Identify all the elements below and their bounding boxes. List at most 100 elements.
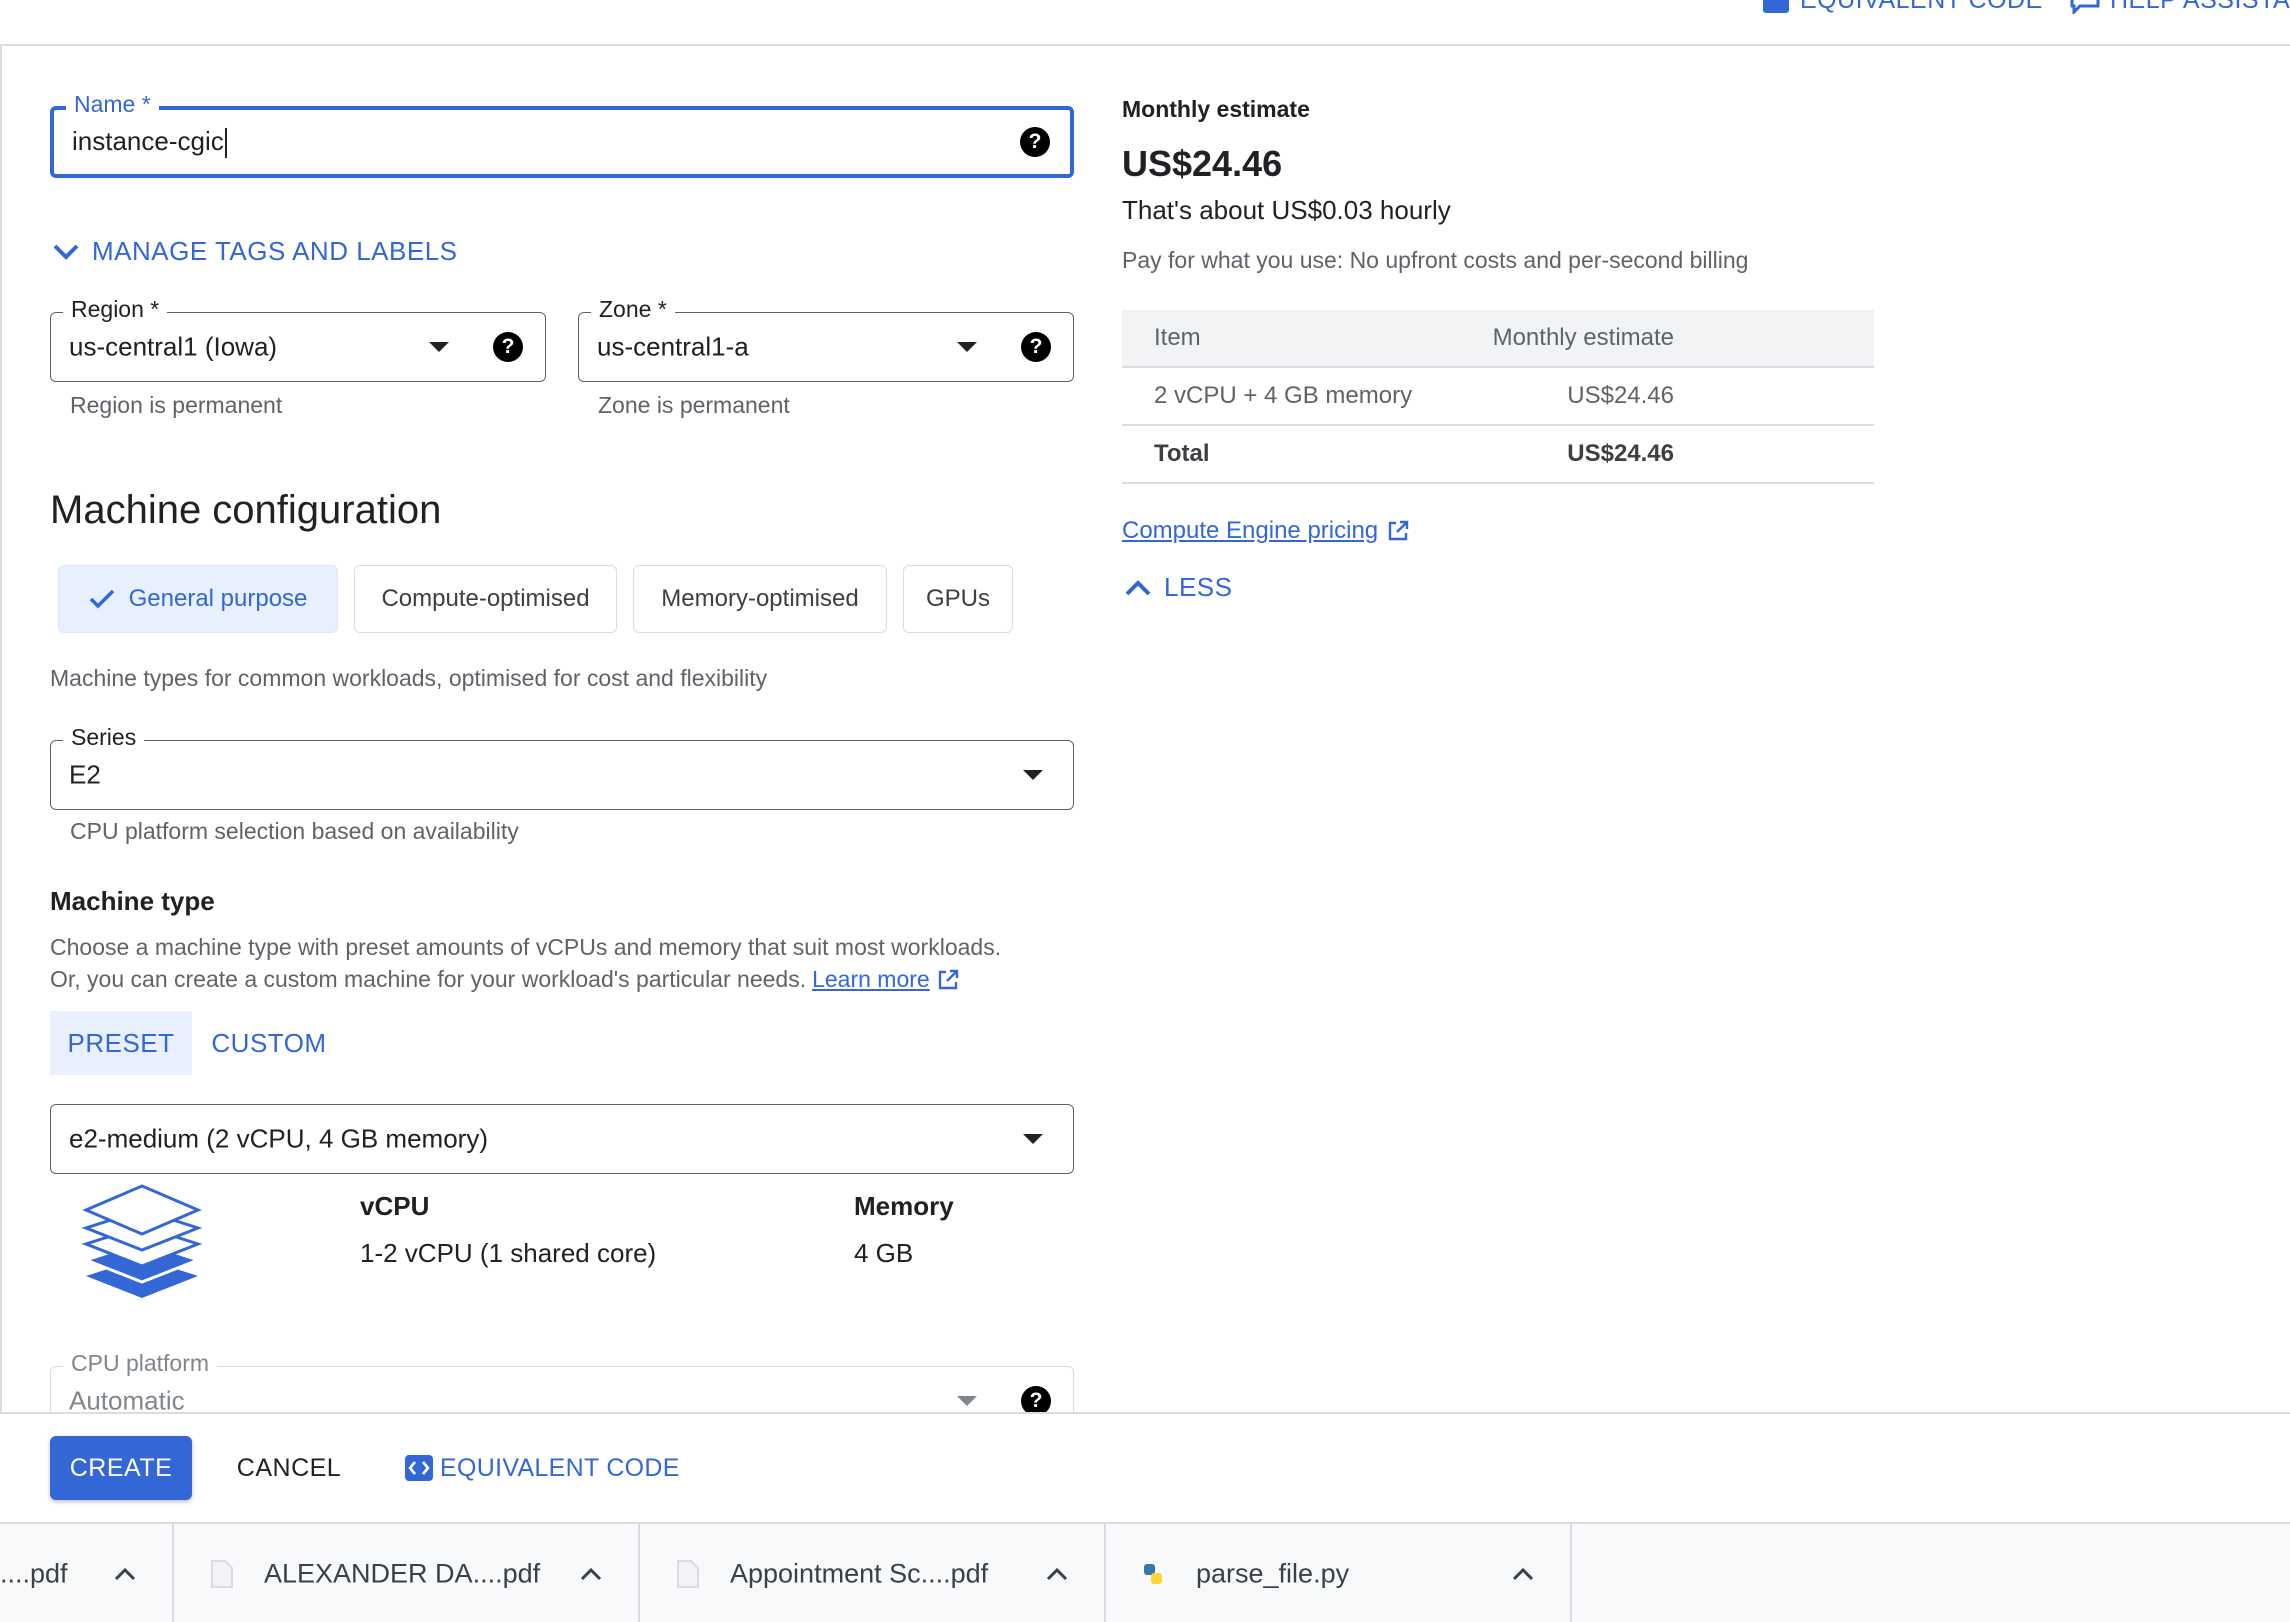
- chevron-up-icon[interactable]: [578, 1565, 604, 1583]
- dropdown-arrow-icon: [1023, 1134, 1043, 1144]
- vcpu-heading: vCPU: [360, 1191, 430, 1221]
- help-icon[interactable]: ?: [1021, 332, 1051, 362]
- total-label: Total: [1154, 440, 1210, 467]
- machine-layers-icon: [81, 1184, 203, 1298]
- machine-type-title: Machine type: [50, 886, 215, 916]
- dropdown-arrow-icon: [429, 342, 449, 352]
- help-icon[interactable]: ?: [493, 332, 523, 362]
- billing-note: Pay for what you use: No upfront costs a…: [1122, 247, 1749, 273]
- chip-label: Compute-optimised: [381, 585, 590, 612]
- table-row: 2 vCPU + 4 GB memory US$24.46: [1122, 368, 1874, 426]
- dropdown-arrow-icon: [1023, 770, 1043, 780]
- row-item: 2 vCPU + 4 GB memory: [1154, 382, 1413, 409]
- machine-type-description-line1: Choose a machine type with preset amount…: [50, 934, 1002, 960]
- cpu-platform-select[interactable]: CPU platform Automatic ?: [50, 1350, 1074, 1413]
- text-cursor: [224, 128, 227, 159]
- table-total-row: Total US$24.46: [1122, 426, 1874, 484]
- equivalent-code-label: EQUIVALENT CODE: [440, 1453, 680, 1482]
- external-link-icon: [1388, 520, 1409, 541]
- dropdown-arrow-icon: [957, 1396, 977, 1406]
- machine-type-description-line2: Or, you can create a custom machine for …: [50, 966, 807, 992]
- estimate-table: Item Monthly estimate 2 vCPU + 4 GB memo…: [1122, 310, 1874, 484]
- monthly-estimate-price: US$24.46: [1122, 143, 1283, 184]
- dropdown-arrow-icon: [957, 342, 977, 352]
- help-assistant-label: HELP ASSISTANT: [2110, 0, 2290, 14]
- pricing-link-label: Compute Engine pricing: [1122, 517, 1379, 544]
- memory-heading: Memory: [854, 1191, 954, 1221]
- table-header-estimate: Monthly estimate: [1492, 324, 1674, 351]
- chip-compute-optimised[interactable]: Compute-optimised: [354, 565, 617, 633]
- zone-value: us-central1-a: [597, 331, 749, 362]
- chip-label: Memory-optimised: [661, 585, 859, 612]
- chip-label: GPUs: [925, 585, 990, 612]
- table-header-item: Item: [1154, 324, 1201, 351]
- less-label: LESS: [1164, 572, 1233, 602]
- download-filename: Appointment Sc....pdf: [730, 1558, 989, 1589]
- manage-tags-toggle[interactable]: MANAGE TAGS AND LABELS: [52, 236, 458, 267]
- download-item[interactable]: parse_file.py: [1106, 1524, 1572, 1622]
- zone-select[interactable]: Zone * us-central1-a ?: [578, 296, 1074, 382]
- hourly-estimate: That's about US$0.03 hourly: [1122, 195, 1451, 225]
- name-field-label: Name *: [66, 91, 159, 118]
- download-item[interactable]: ....pdf: [0, 1524, 174, 1622]
- chip-gpus[interactable]: GPUs: [903, 565, 1013, 633]
- chip-memory-optimised[interactable]: Memory-optimised: [633, 565, 887, 633]
- region-hint: Region is permanent: [70, 392, 283, 418]
- equivalent-code-button[interactable]: EQUIVALENT CODE: [404, 1436, 680, 1500]
- code-icon: [405, 1455, 433, 1481]
- help-icon[interactable]: ?: [1021, 1386, 1051, 1412]
- machine-configuration-title: Machine configuration: [50, 488, 442, 532]
- machine-type-select[interactable]: e2-medium (2 vCPU, 4 GB memory): [50, 1104, 1074, 1174]
- series-value: E2: [69, 759, 101, 790]
- external-link-icon: [938, 969, 958, 989]
- chip-label: General purpose: [128, 585, 308, 612]
- less-toggle[interactable]: LESS: [1124, 572, 1233, 603]
- memory-value: 4 GB: [854, 1238, 914, 1268]
- monthly-estimate-label: Monthly estimate: [1122, 96, 1310, 122]
- series-hint: CPU platform selection based on availabi…: [70, 818, 519, 844]
- download-item[interactable]: Appointment Sc....pdf: [640, 1524, 1106, 1622]
- create-button[interactable]: CREATE: [50, 1436, 192, 1500]
- series-label: Series: [63, 724, 145, 751]
- code-icon: [1763, 0, 1789, 13]
- region-select[interactable]: Region * us-central1 (Iowa) ?: [50, 296, 546, 382]
- download-filename: ....pdf: [0, 1558, 68, 1589]
- zone-hint: Zone is permanent: [598, 392, 790, 418]
- learn-more-link[interactable]: Learn more: [812, 963, 930, 996]
- python-file-icon: [1144, 1564, 1162, 1584]
- help-icon[interactable]: ?: [1020, 127, 1050, 157]
- chevron-up-icon[interactable]: [112, 1565, 138, 1583]
- region-value: us-central1 (Iowa): [69, 331, 278, 362]
- zone-label: Zone *: [591, 296, 675, 323]
- help-assistant-link[interactable]: HELP ASSISTANT: [2070, 0, 2290, 15]
- top-equivalent-code-link[interactable]: EQUIVALENT CODE: [1762, 0, 2043, 15]
- machine-type-value: e2-medium (2 vCPU, 4 GB memory): [69, 1123, 488, 1154]
- tab-preset[interactable]: PRESET: [50, 1011, 192, 1075]
- chip-general-purpose[interactable]: General purpose: [58, 565, 338, 633]
- region-label: Region *: [63, 296, 168, 323]
- machine-type-description-line2-row: Or, you can create a custom machine for …: [50, 963, 960, 996]
- download-item[interactable]: ALEXANDER DA....pdf: [174, 1524, 640, 1622]
- cancel-button[interactable]: CANCEL: [222, 1436, 356, 1500]
- machine-config-description: Machine types for common workloads, opti…: [50, 665, 768, 691]
- manage-tags-label: MANAGE TAGS AND LABELS: [92, 236, 458, 266]
- download-filename: parse_file.py: [1196, 1558, 1350, 1589]
- name-input-value: instance-cgic: [72, 125, 224, 156]
- file-icon: [211, 1560, 233, 1588]
- chevron-up-icon[interactable]: [1044, 1565, 1070, 1583]
- name-input[interactable]: instance-cgic: [72, 125, 227, 159]
- cpu-platform-value: Automatic: [69, 1385, 185, 1413]
- table-header-row: Item Monthly estimate: [1122, 310, 1874, 368]
- chevron-up-icon[interactable]: [1510, 1565, 1536, 1583]
- tab-custom[interactable]: CUSTOM: [200, 1011, 338, 1075]
- row-cost: US$24.46: [1567, 382, 1674, 409]
- series-select[interactable]: Series E2: [50, 724, 1074, 810]
- chevron-up-icon: [1125, 579, 1151, 595]
- name-field[interactable]: Name * instance-cgic ?: [50, 91, 1074, 178]
- chevron-down-icon: [53, 244, 79, 260]
- top-equivalent-code-label: EQUIVALENT CODE: [1800, 0, 2043, 14]
- compute-engine-pricing-link[interactable]: Compute Engine pricing: [1122, 517, 1410, 545]
- download-filename: ALEXANDER DA....pdf: [264, 1558, 541, 1589]
- top-bar: EQUIVALENT CODE HELP ASSISTANT: [0, 0, 2290, 46]
- chat-icon: [2070, 0, 2100, 14]
